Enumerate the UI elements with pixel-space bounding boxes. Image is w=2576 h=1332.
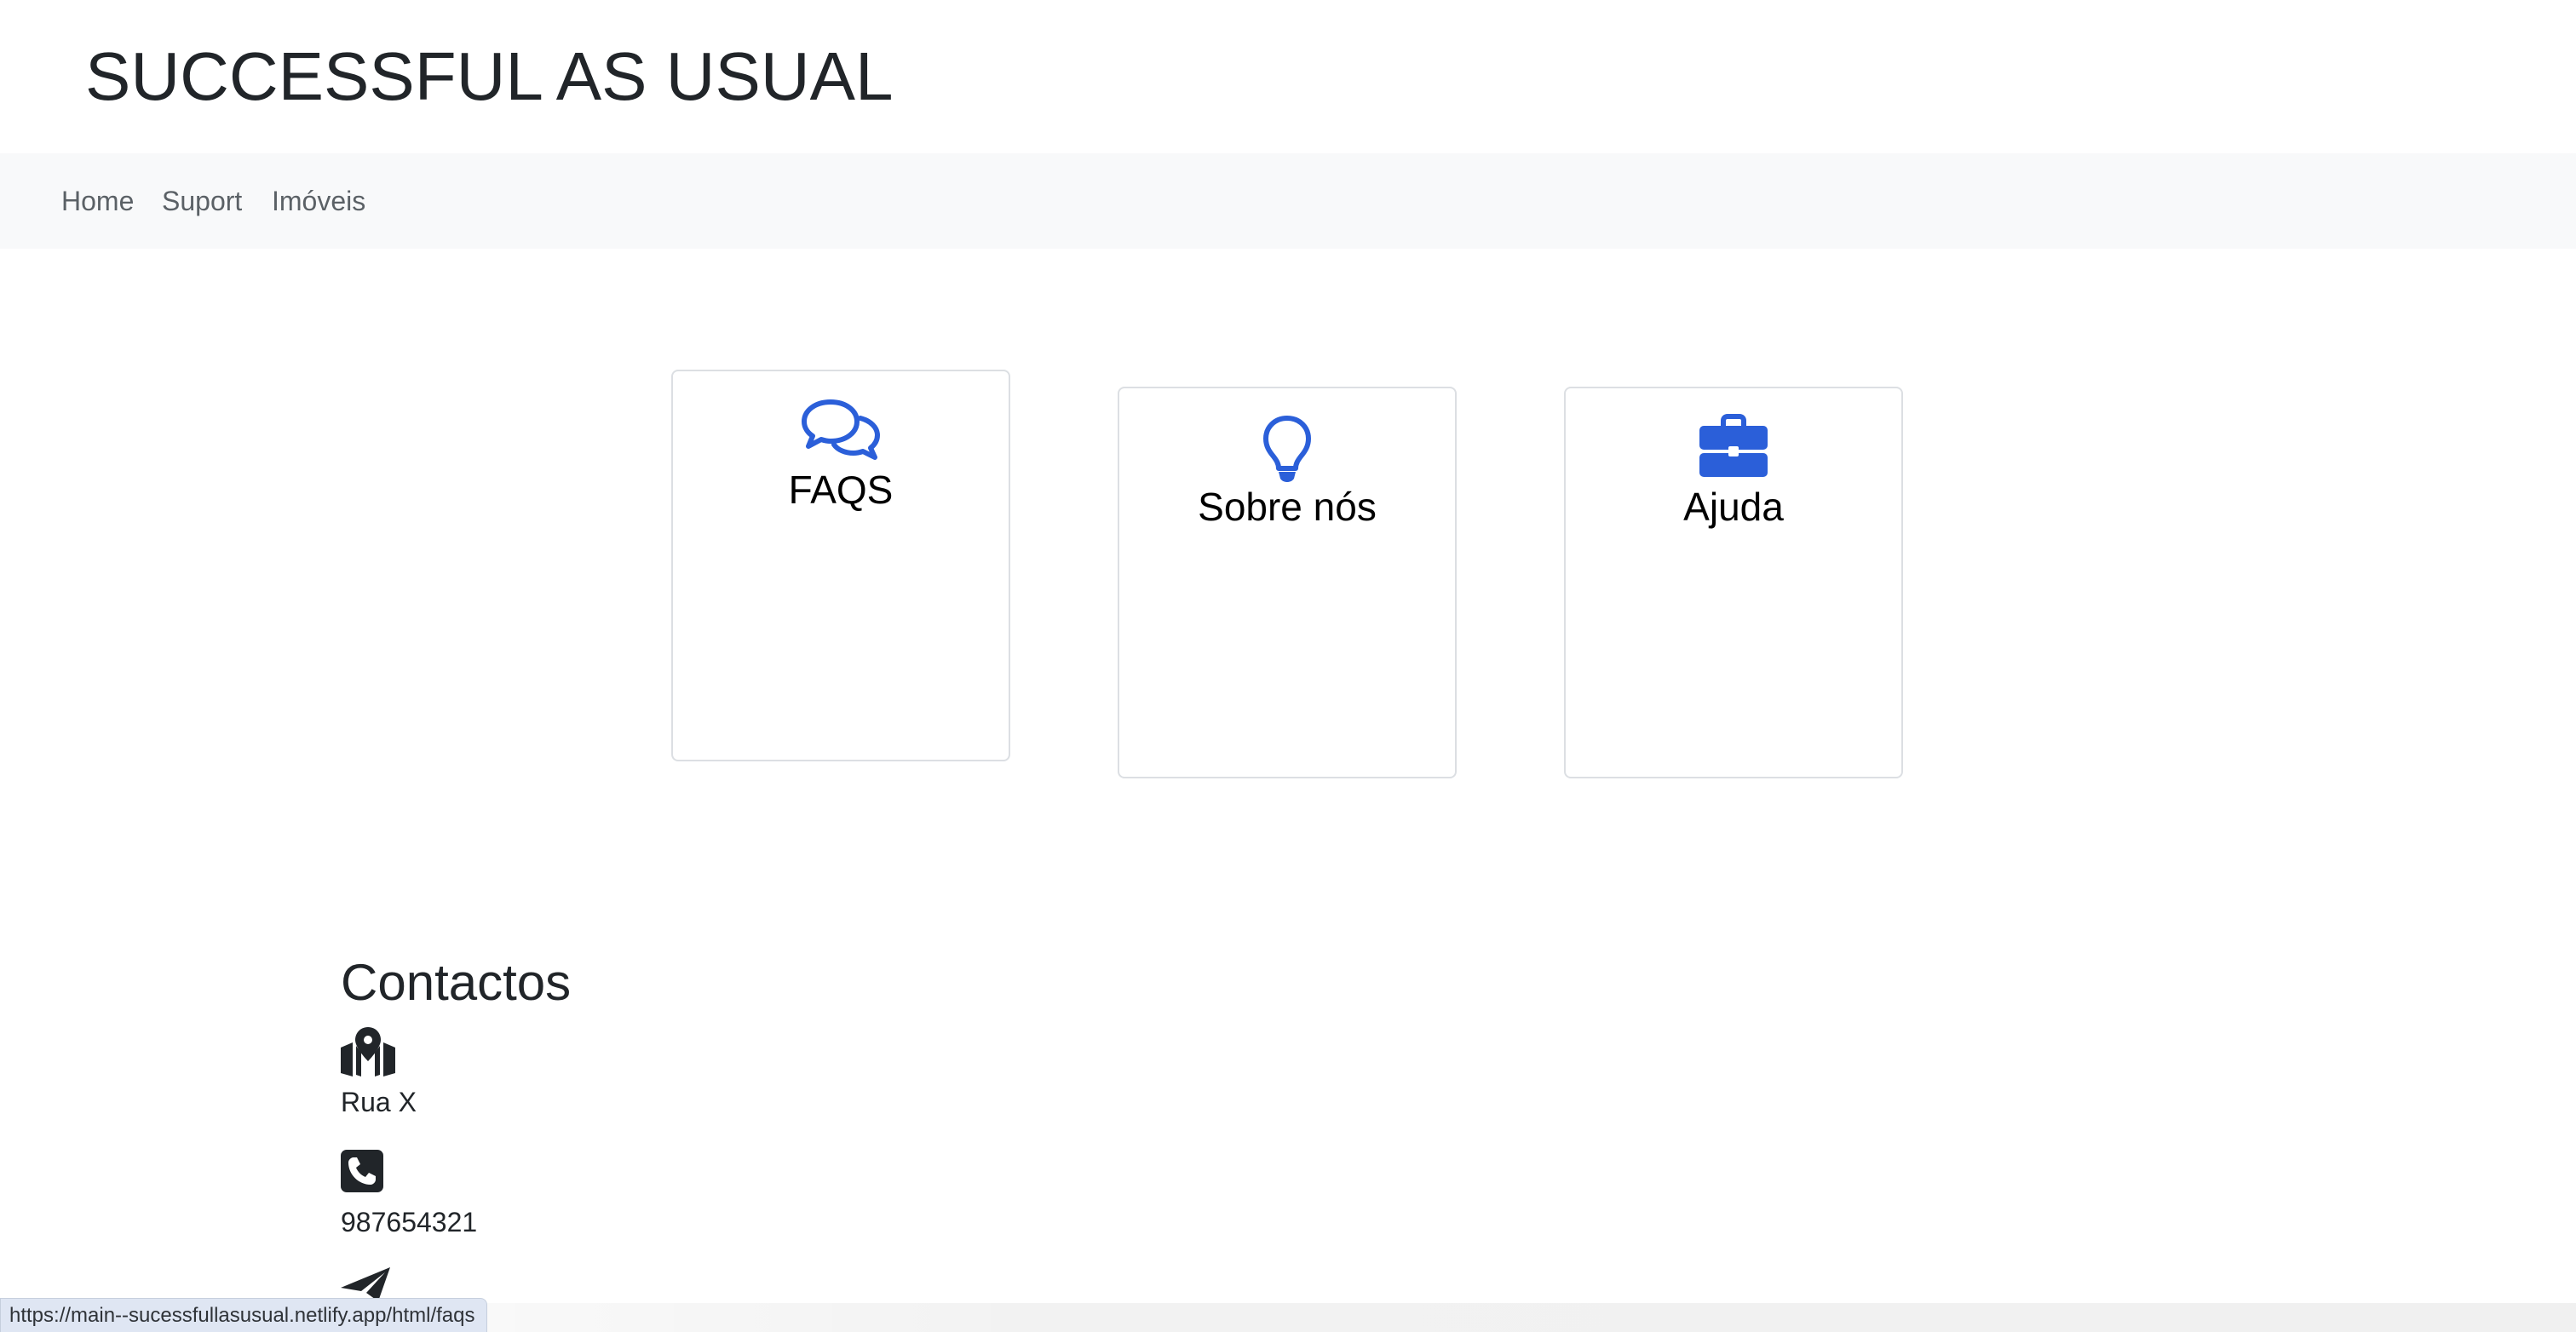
card-title-faqs: FAQS xyxy=(788,468,894,512)
card-faqs[interactable]: FAQS xyxy=(671,370,1010,761)
contacts-heading: Contactos xyxy=(341,954,572,1011)
link-status-bar: https://main--sucessfullasusual.netlify.… xyxy=(0,1298,488,1332)
page: SUCCESSFUL AS USUAL Home Suport Imóveis … xyxy=(0,0,2576,1332)
card-sobre-nos[interactable]: Sobre nós xyxy=(1118,387,1457,778)
card-ajuda[interactable]: Ajuda xyxy=(1564,387,1903,778)
map-location-icon xyxy=(341,1027,395,1081)
navbar: Home Suport Imóveis xyxy=(0,153,2576,249)
chat-bubbles-icon xyxy=(673,397,1009,465)
contact-phone: 987654321 xyxy=(341,1207,478,1237)
nav-link-home[interactable]: Home xyxy=(61,184,134,218)
site-title: SUCCESSFUL AS USUAL xyxy=(85,38,894,114)
lightbulb-icon xyxy=(1119,414,1455,482)
nav-link-imoveis[interactable]: Imóveis xyxy=(272,184,365,218)
nav-link-suport[interactable]: Suport xyxy=(162,184,242,218)
briefcase-icon xyxy=(1566,414,1901,482)
card-title-sobre-nos: Sobre nós xyxy=(1198,485,1377,529)
phone-icon xyxy=(341,1150,383,1197)
contact-address: Rua X xyxy=(341,1087,417,1117)
card-title-ajuda: Ajuda xyxy=(1683,485,1784,529)
